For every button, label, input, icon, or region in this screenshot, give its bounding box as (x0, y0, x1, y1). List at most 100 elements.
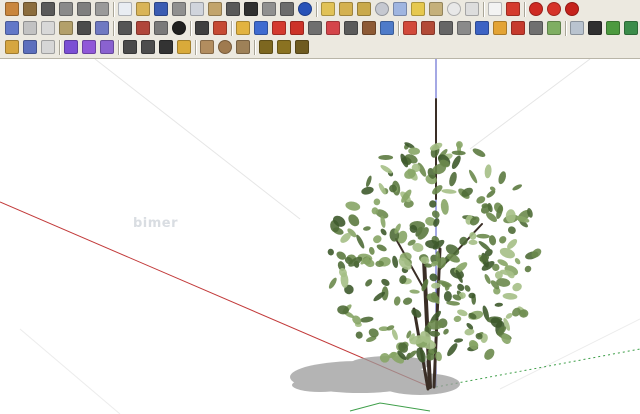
arrow-split-button[interactable] (402, 20, 418, 36)
red-ball2-icon (547, 2, 561, 16)
gear-button[interactable] (258, 39, 274, 55)
chair-button[interactable] (361, 20, 377, 36)
green-box-button[interactable] (605, 20, 621, 36)
sphere-brown-button[interactable] (217, 39, 233, 55)
print-button[interactable] (279, 1, 295, 17)
red-ball3-icon (565, 2, 579, 16)
house-outline-button[interactable] (58, 1, 74, 17)
stairs-button[interactable] (420, 20, 436, 36)
copy-button[interactable] (189, 1, 205, 17)
right-view-button[interactable] (58, 20, 74, 36)
toolbar-separator (113, 21, 114, 36)
cone-button[interactable] (199, 39, 215, 55)
red-knot-button[interactable] (510, 20, 526, 36)
dot-button[interactable] (587, 20, 603, 36)
pencil-edit-button[interactable] (4, 39, 20, 55)
back-view-button[interactable] (94, 1, 110, 17)
yellow-pencil-button[interactable] (176, 39, 192, 55)
green-sheet-button[interactable] (546, 20, 562, 36)
pen-button[interactable] (438, 20, 454, 36)
tree-foliage[interactable] (327, 141, 543, 366)
violet-cube-button[interactable] (81, 39, 97, 55)
scene-canvas[interactable] (0, 59, 640, 414)
undo-button[interactable] (243, 1, 259, 17)
gear-icon (259, 40, 273, 54)
pencil-button[interactable] (235, 20, 251, 36)
po-text-button[interactable] (487, 1, 503, 17)
red-ball-button[interactable] (528, 1, 544, 17)
save-button[interactable] (153, 1, 169, 17)
panel-button[interactable] (40, 39, 56, 55)
brush-icon (23, 40, 37, 54)
iso-view-button[interactable] (4, 20, 20, 36)
tag-button[interactable] (320, 1, 336, 17)
info-button[interactable] (297, 1, 313, 17)
wand-icon (326, 21, 340, 35)
open-folder-button[interactable] (135, 1, 151, 17)
paste-button[interactable] (207, 1, 223, 17)
eraser-button[interactable] (253, 20, 269, 36)
filter-button[interactable] (379, 20, 395, 36)
cone2-button[interactable] (235, 39, 251, 55)
model-viewport[interactable]: bimer (0, 59, 640, 414)
green-grid-button[interactable] (623, 20, 639, 36)
lilac-cube-button[interactable] (99, 39, 115, 55)
house-button[interactable] (40, 1, 56, 17)
wand-button[interactable] (325, 20, 341, 36)
toolbar-row-1 (0, 0, 640, 19)
circle-outline-button[interactable] (446, 1, 462, 17)
back-view-icon (95, 2, 109, 16)
photo-button[interactable] (117, 20, 133, 36)
mesh-button[interactable] (271, 20, 287, 36)
red-ball3-button[interactable] (564, 1, 580, 17)
toolbar-separator (565, 21, 566, 36)
erase-button[interactable] (225, 1, 241, 17)
cube-yellow-button[interactable] (410, 1, 426, 17)
curve-button[interactable] (194, 20, 210, 36)
toolbar-row-3 (0, 38, 640, 57)
tools-button[interactable] (294, 39, 310, 55)
close-x-button[interactable] (505, 1, 521, 17)
tag3-button[interactable] (356, 1, 372, 17)
arc-icon (123, 40, 137, 54)
sphere-button[interactable] (374, 1, 390, 17)
component-button[interactable] (22, 1, 38, 17)
arc-button[interactable] (122, 39, 138, 55)
box-view-button[interactable] (40, 20, 56, 36)
blue-grid-button[interactable] (474, 20, 490, 36)
line-draw-button[interactable] (140, 39, 156, 55)
paint-button[interactable] (212, 20, 228, 36)
perspective-button[interactable] (94, 20, 110, 36)
lightbulb-button[interactable] (276, 39, 292, 55)
script-button[interactable] (528, 20, 544, 36)
grid-button[interactable] (307, 20, 323, 36)
top-view-button[interactable] (22, 20, 38, 36)
cut-button[interactable] (171, 1, 187, 17)
redo-button[interactable] (261, 1, 277, 17)
scene-button[interactable] (428, 1, 444, 17)
green-grid-icon (624, 21, 638, 35)
red-ball2-button[interactable] (546, 1, 562, 17)
section-button[interactable] (135, 20, 151, 36)
warehouse-button[interactable] (4, 1, 20, 17)
front-view-button[interactable] (76, 1, 92, 17)
map-button[interactable] (569, 20, 585, 36)
panel-icon (41, 40, 55, 54)
black-ball-button[interactable] (171, 20, 187, 36)
tag2-button[interactable] (338, 1, 354, 17)
left-view-button[interactable] (76, 20, 92, 36)
mesh-icon (272, 21, 286, 35)
purple-cube-button[interactable] (63, 39, 79, 55)
cube-blue-button[interactable] (392, 1, 408, 17)
orange-cube-button[interactable] (492, 20, 508, 36)
black-ball-icon (172, 21, 186, 35)
new-file-button[interactable] (117, 1, 133, 17)
cube-outline-button[interactable] (464, 1, 480, 17)
green-sheet-icon (547, 21, 561, 35)
shaded-button[interactable] (153, 20, 169, 36)
cross-button[interactable] (289, 20, 305, 36)
scale-button[interactable] (158, 39, 174, 55)
brush-button[interactable] (22, 39, 38, 55)
wall-button[interactable] (456, 20, 472, 36)
drape-button[interactable] (343, 20, 359, 36)
